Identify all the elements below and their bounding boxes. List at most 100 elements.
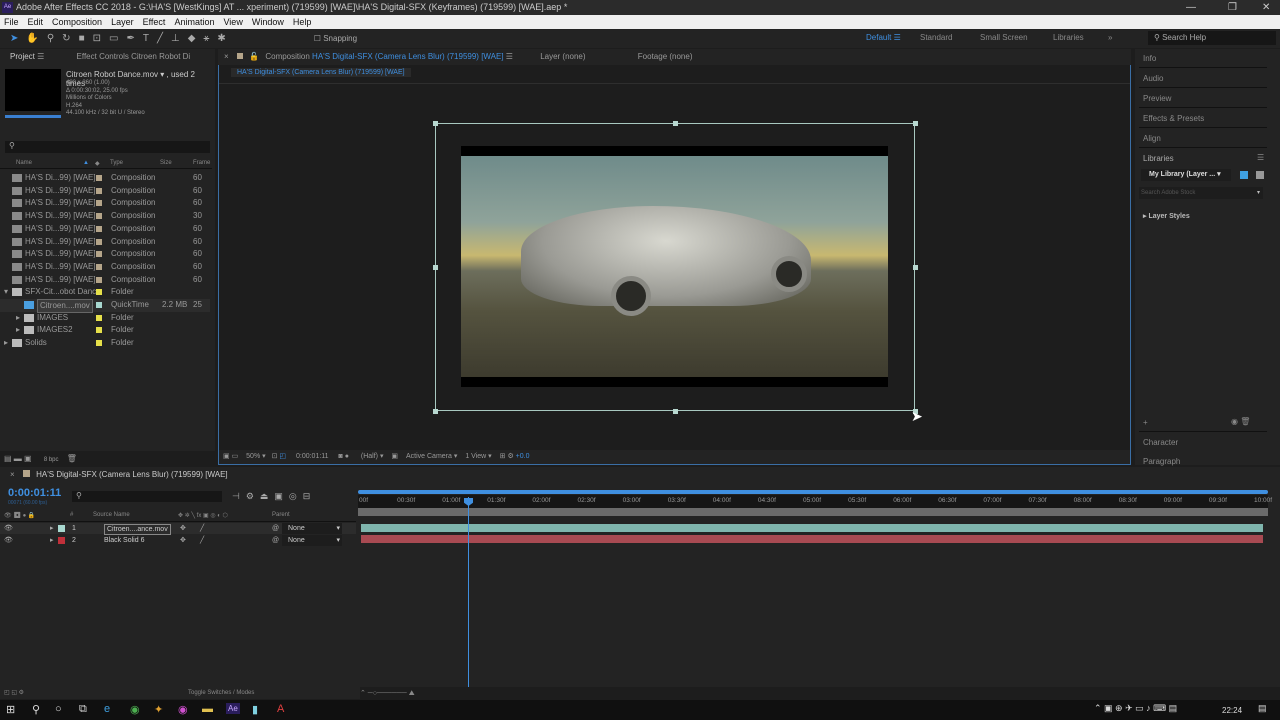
timeline-timecode[interactable]: 0:00:01:11 xyxy=(8,487,61,499)
project-item[interactable]: HA'S Di...99) [WAE] Composition 60 xyxy=(0,197,210,210)
menu-file[interactable]: File xyxy=(4,15,19,29)
magnification-select[interactable]: 50% xyxy=(246,453,260,460)
timeline-bottom-icons[interactable]: ◰ ◱ ⚙ xyxy=(4,689,24,696)
transform-handle[interactable] xyxy=(673,121,678,126)
close-button[interactable]: ✕ xyxy=(1262,0,1270,15)
shy-switch-icon[interactable]: ✥ xyxy=(180,523,186,534)
monitor-icon[interactable]: ▭ xyxy=(232,453,239,460)
view-layout-select[interactable]: 1 View xyxy=(465,453,486,460)
tab-composition[interactable]: HA'S Digital-SFX (Camera Lens Blur) (719… xyxy=(312,52,504,61)
expand-arrow-icon[interactable]: ▸ xyxy=(4,337,8,349)
col-name[interactable]: Name xyxy=(16,160,32,166)
close-tab-icon[interactable]: × xyxy=(224,52,229,61)
parent-select[interactable]: None ▾ xyxy=(282,534,342,546)
lock-icon[interactable]: 🔓 xyxy=(249,52,259,61)
panel-paragraph[interactable]: Paragraph xyxy=(1143,457,1180,466)
layer-label-color[interactable] xyxy=(58,536,65,544)
snapshot-icon[interactable]: ◙ xyxy=(339,453,343,460)
shy-switch-icon[interactable]: ✥ xyxy=(180,535,186,546)
project-item[interactable]: Citroen....mov QuickTime 2.2 MB 25 xyxy=(0,299,210,313)
transform-handle[interactable] xyxy=(913,121,918,126)
menu-effect[interactable]: Effect xyxy=(143,15,166,29)
clone-stamp-tool-icon[interactable]: ⊥ xyxy=(171,33,180,44)
new-folder-icon[interactable]: ▬ xyxy=(14,454,22,463)
app-icon[interactable]: ◉ xyxy=(178,703,188,716)
panel-info[interactable]: Info xyxy=(1143,54,1156,63)
project-item[interactable]: HA'S Di...99) [WAE] Composition 60 xyxy=(0,248,210,261)
layer-row[interactable]: 👁 ▸ 2 Black Solid 6 ✥ ╱ @ None ▾ xyxy=(0,534,356,546)
timeline-switches[interactable]: ⊣⚙⏏▣◎⊟ xyxy=(232,491,316,502)
time-graph[interactable] xyxy=(358,487,1280,687)
project-item[interactable]: HA'S Di...99) [WAE] Composition 60 xyxy=(0,261,210,274)
label-color[interactable] xyxy=(96,238,102,245)
project-item[interactable]: IMAGES Folder ▸ xyxy=(0,312,210,325)
label-color[interactable] xyxy=(96,213,102,220)
selection-tool-icon[interactable]: ➤ xyxy=(10,33,18,44)
workspace-libraries[interactable]: Libraries xyxy=(1053,33,1084,42)
time-navigator[interactable] xyxy=(358,490,1268,494)
project-item[interactable]: HA'S Di...99) [WAE] Composition 60 xyxy=(0,236,210,249)
menu-view[interactable]: View xyxy=(223,15,242,29)
zoom-slider[interactable]: ⌃ ─○────── ⛰ xyxy=(360,689,415,698)
app-icon[interactable]: ▮ xyxy=(252,703,258,716)
label-color[interactable] xyxy=(96,327,102,334)
label-color[interactable] xyxy=(96,276,102,283)
edge-icon[interactable]: e xyxy=(104,703,110,715)
panel-audio[interactable]: Audio xyxy=(1143,74,1163,83)
composition-viewer[interactable]: HA'S Digital-SFX (Camera Lens Blur) (719… xyxy=(218,49,1131,465)
search-icon[interactable]: ⚲ xyxy=(32,703,40,716)
menu-edit[interactable]: Edit xyxy=(28,15,44,29)
expand-arrow-icon[interactable]: ▸ xyxy=(50,523,54,534)
visibility-icon[interactable]: 👁 xyxy=(4,535,13,546)
adobe-stock-search-input[interactable]: Search Adobe Stock ▾ xyxy=(1139,187,1263,199)
camera-tool-icon[interactable]: ■ xyxy=(79,33,85,44)
grid-view-icon[interactable] xyxy=(1240,171,1248,179)
text-tool-icon[interactable]: T xyxy=(143,33,149,44)
rectangle-tool-icon[interactable]: ▭ xyxy=(109,33,118,44)
comp-breadcrumb[interactable]: HA'S Digital-SFX (Camera Lens Blur) (719… xyxy=(231,68,411,77)
parent-select[interactable]: None ▾ xyxy=(282,523,342,534)
layer-name[interactable]: Black Solid 6 xyxy=(104,535,144,546)
label-color[interactable] xyxy=(96,289,102,296)
tab-effect-controls[interactable]: Effect Controls Citroen Robot Di xyxy=(77,52,191,61)
col-frame[interactable]: Frame xyxy=(193,160,210,166)
layer-label-color[interactable] xyxy=(58,525,65,532)
workspace-default[interactable]: Default ☰ xyxy=(866,33,901,42)
col-type[interactable]: Type xyxy=(110,160,123,166)
label-color[interactable] xyxy=(96,187,102,194)
pan-behind-tool-icon[interactable]: ⊡ xyxy=(93,33,101,44)
panel-character[interactable]: Character xyxy=(1143,438,1178,447)
cc-sync-icon[interactable]: ◉ 🗑 xyxy=(1231,417,1250,426)
tab-footage[interactable]: Footage (none) xyxy=(638,52,693,61)
delete-icon[interactable]: 🗑 xyxy=(67,454,77,463)
file-explorer-icon[interactable]: ▬ xyxy=(202,703,213,715)
camera-select[interactable]: Active Camera xyxy=(406,453,452,460)
project-item[interactable]: SFX-Cit...obot Dance Folder ▾ xyxy=(0,286,210,299)
label-color[interactable] xyxy=(96,225,102,232)
add-library-icon[interactable]: + xyxy=(1143,418,1148,427)
snapping-checkbox[interactable]: ☐ Snapping xyxy=(314,34,357,43)
label-color[interactable] xyxy=(96,340,102,347)
tab-layer[interactable]: Layer (none) xyxy=(540,52,585,61)
windows-start-icon[interactable]: ⊞ xyxy=(6,703,15,716)
menu-animation[interactable]: Animation xyxy=(174,15,214,29)
task-view-icon[interactable]: ⧉ xyxy=(79,703,87,716)
project-item[interactable]: Solids Folder ▸ xyxy=(0,337,210,350)
menu-layer[interactable]: Layer xyxy=(111,15,134,29)
expand-arrow-icon[interactable]: ▸ xyxy=(16,324,20,336)
quality-switch-icon[interactable]: ╱ xyxy=(200,523,204,534)
label-color[interactable] xyxy=(96,263,102,270)
app-icon[interactable]: A xyxy=(277,703,284,715)
transform-handle[interactable] xyxy=(433,265,438,270)
reset-exposure-icon[interactable]: ⚙ xyxy=(507,453,513,460)
exposure-value[interactable]: +0.0 xyxy=(516,453,530,460)
transform-handle[interactable] xyxy=(433,121,438,126)
visibility-icon[interactable]: 👁 xyxy=(4,523,13,534)
transparency-grid-icon[interactable]: ◰ xyxy=(279,453,286,460)
label-color[interactable] xyxy=(96,302,102,308)
puppet-tool-icon[interactable]: ✱ xyxy=(217,33,225,44)
panel-align[interactable]: Align xyxy=(1143,134,1161,143)
label-color[interactable] xyxy=(96,251,102,258)
chrome-icon[interactable]: ◉ xyxy=(130,703,140,716)
brush-tool-icon[interactable]: ╱ xyxy=(157,33,163,44)
